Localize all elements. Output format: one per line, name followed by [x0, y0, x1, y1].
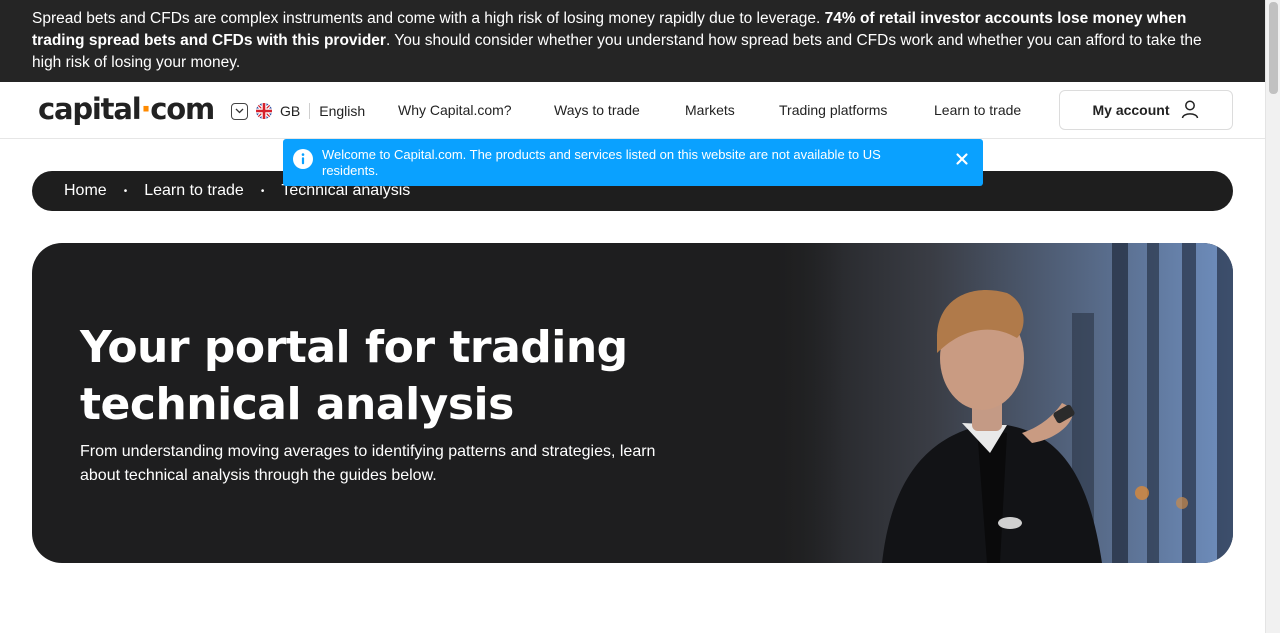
close-icon[interactable] [955, 152, 969, 166]
hero-subtitle: From understanding moving averages to id… [80, 443, 656, 484]
breadcrumb-separator: • [260, 185, 265, 197]
hero-banner: Your portal for trading technical analys… [32, 243, 1233, 563]
risk-warning-text: Spread bets and CFDs are complex instrum… [32, 10, 825, 27]
language-label: English [319, 103, 366, 119]
nav-learn-to-trade[interactable]: Learn to trade [934, 102, 1021, 118]
risk-warning-banner: Spread bets and CFDs are complex instrum… [0, 0, 1265, 82]
user-icon [1180, 99, 1200, 122]
locale-selector[interactable]: GB English [231, 101, 365, 121]
breadcrumb-separator: • [123, 185, 128, 197]
info-icon [293, 149, 313, 169]
chevron-down-icon[interactable] [231, 102, 248, 120]
uk-flag-icon [256, 103, 272, 119]
breadcrumb-learn-to-trade[interactable]: Learn to trade [144, 182, 244, 200]
logo-text-left: capital [38, 92, 142, 126]
capital-com-logo[interactable]: capital·com [38, 92, 215, 126]
region-code: GB [280, 103, 301, 119]
nav-why-capital[interactable]: Why Capital.com? [398, 102, 512, 118]
notice-message: Welcome to Capital.com. The products and… [322, 147, 881, 178]
hero-title: Your portal for trading technical analys… [80, 322, 628, 430]
locale-divider [309, 103, 311, 119]
nav-markets[interactable]: Markets [685, 102, 735, 118]
my-account-label: My account [1092, 102, 1170, 118]
nav-ways-to-trade[interactable]: Ways to trade [554, 102, 640, 118]
nav-trading-platforms[interactable]: Trading platforms [779, 102, 887, 118]
site-header: capital·com GB English Why Capital.com? … [0, 82, 1265, 139]
logo-text-right: com [150, 92, 215, 126]
logo-dot: · [140, 92, 151, 126]
scrollbar-thumb[interactable] [1269, 2, 1278, 94]
breadcrumb-home[interactable]: Home [64, 182, 107, 200]
page-scrollbar[interactable] [1265, 0, 1280, 633]
my-account-button[interactable]: My account [1059, 90, 1233, 130]
us-residents-notice: Welcome to Capital.com. The products and… [283, 139, 983, 186]
